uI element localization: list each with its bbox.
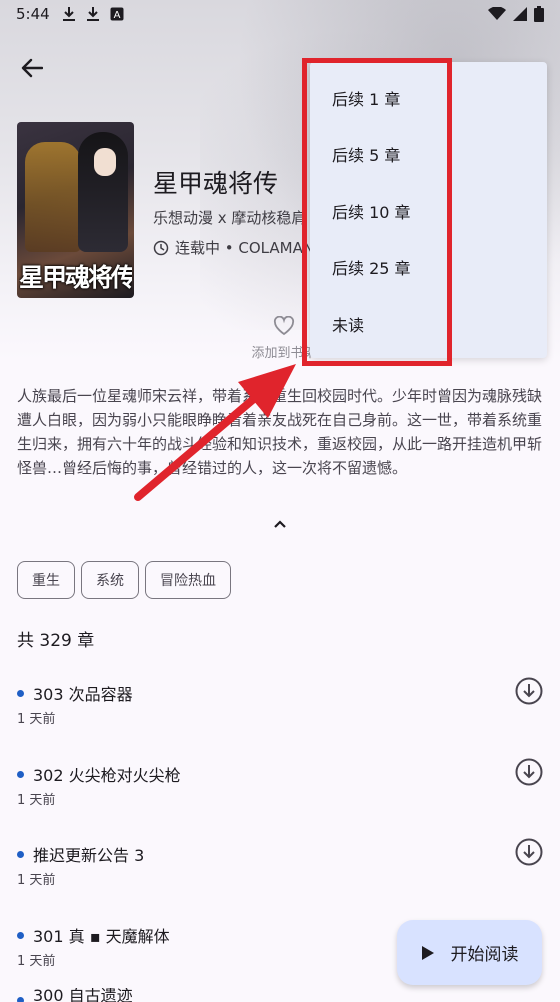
chapter-row[interactable]: 303 次品容器 1 天前 bbox=[0, 674, 560, 754]
unread-dot bbox=[17, 690, 24, 697]
genre-tag[interactable]: 系统 bbox=[81, 561, 139, 599]
cover-logo-text: 星甲魂将传 bbox=[19, 263, 132, 292]
svg-text:A: A bbox=[114, 10, 121, 21]
chapter-row[interactable]: 推迟更新公告 3 1 天前 bbox=[0, 835, 560, 915]
play-icon bbox=[421, 945, 434, 960]
chapter-row[interactable]: 300 自古遗迹 bbox=[0, 988, 560, 1002]
chapter-title: 300 自古遗迹 bbox=[33, 988, 133, 1002]
status-bar: 5:44 A bbox=[0, 0, 560, 32]
start-reading-button[interactable]: 开始阅读 bbox=[397, 920, 542, 985]
annotation-highlight-box bbox=[302, 58, 452, 366]
book-author: 乐想动漫 x 摩动核稳肩 bbox=[153, 209, 307, 227]
system-icons bbox=[488, 6, 544, 22]
book-title: 星甲魂将传 bbox=[153, 169, 279, 198]
book-description[interactable]: 人族最后一位星魂师宋云祥，带着系统重生回校园时代。少年时曾因为魂脉残缺遭人白眼，… bbox=[17, 384, 543, 480]
genre-tags: 重生 系统 冒险热血 bbox=[17, 561, 231, 599]
arrow-left-icon bbox=[21, 58, 43, 78]
download-circle-icon[interactable] bbox=[514, 676, 544, 706]
unread-dot bbox=[17, 771, 24, 778]
chapter-title: 303 次品容器 bbox=[33, 685, 133, 704]
heart-icon bbox=[273, 315, 295, 336]
chevron-up-icon bbox=[274, 520, 286, 528]
download-circle-icon[interactable] bbox=[514, 757, 544, 787]
download-circle-icon[interactable] bbox=[514, 837, 544, 867]
cover-art-mech bbox=[25, 142, 81, 252]
book-status: 连载中 • COLAMAN bbox=[153, 237, 323, 258]
app-notification-icon: A bbox=[110, 7, 124, 21]
chapter-title: 推迟更新公告 3 bbox=[33, 846, 145, 865]
status-time: 5:44 bbox=[16, 5, 50, 23]
genre-tag[interactable]: 冒险热血 bbox=[145, 561, 231, 599]
signal-icon bbox=[513, 7, 527, 21]
wifi-icon bbox=[488, 7, 506, 20]
notification-icons: A bbox=[62, 6, 124, 22]
unread-dot bbox=[17, 851, 24, 858]
chapter-title: 301 真 ▪ 天魔解体 bbox=[33, 927, 170, 946]
book-cover[interactable]: 星甲魂将传 bbox=[17, 122, 134, 298]
unread-dot bbox=[17, 932, 24, 939]
cover-art-face bbox=[94, 148, 116, 176]
chapter-date: 1 天前 bbox=[17, 954, 56, 969]
chapter-title: 302 火尖枪对火尖枪 bbox=[33, 766, 181, 785]
chapter-date: 1 天前 bbox=[17, 793, 56, 808]
chapter-date: 1 天前 bbox=[17, 712, 56, 727]
chapter-date: 1 天前 bbox=[17, 873, 56, 888]
book-status-text: 连载中 • COLAMAN bbox=[175, 239, 315, 257]
genre-tag[interactable]: 重生 bbox=[17, 561, 75, 599]
unread-dot bbox=[17, 997, 24, 1002]
collapse-description-button[interactable] bbox=[268, 514, 292, 534]
chapter-count: 共 329 章 bbox=[17, 631, 95, 651]
clock-icon bbox=[153, 240, 169, 255]
battery-icon bbox=[534, 6, 544, 22]
back-button[interactable] bbox=[14, 50, 50, 86]
download-icon bbox=[87, 7, 99, 21]
start-reading-label: 开始阅读 bbox=[450, 945, 519, 965]
chapter-row[interactable]: 302 火尖枪对火尖枪 1 天前 bbox=[0, 755, 560, 835]
download-icon bbox=[63, 7, 75, 21]
